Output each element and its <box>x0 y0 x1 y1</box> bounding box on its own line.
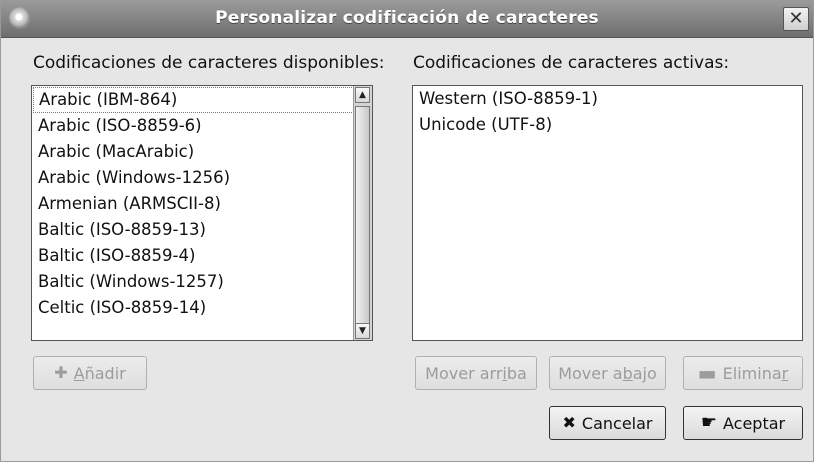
available-items-container: Arabic (IBM-864) Arabic (ISO-8859-6) Arabi… <box>32 87 372 321</box>
close-button[interactable]: ✕ <box>783 7 809 31</box>
remove-button-label: Eliminar <box>722 363 789 383</box>
list-item[interactable]: Armenian (ARMSCII-8) <box>32 191 372 217</box>
add-button-label: Añadir <box>73 363 126 383</box>
move-down-button-label: Mover abajo <box>558 363 657 383</box>
active-items-container: Western (ISO-8859-1) Unicode (UTF-8) <box>413 86 802 138</box>
list-item[interactable]: Baltic (ISO-8859-13) <box>32 217 372 243</box>
list-item[interactable]: Unicode (UTF-8) <box>413 112 802 138</box>
accept-hand-icon: ☛ <box>700 412 717 433</box>
scrollbar-thumb[interactable] <box>355 106 370 332</box>
cancel-button[interactable]: ✖ Cancelar <box>549 406 666 440</box>
close-icon: ✕ <box>788 8 804 29</box>
add-button[interactable]: ✚ Añadir <box>33 356 147 390</box>
list-item[interactable]: Arabic (Windows-1256) <box>32 165 372 191</box>
active-list-label: Codificaciones de caracteres activas: <box>413 53 730 73</box>
window-title: Personalizar codificación de caracteres <box>215 8 599 28</box>
dialog-window: Personalizar codificación de caracteres … <box>0 0 814 462</box>
list-item[interactable]: Celtic (ISO-8859-14) <box>32 295 372 321</box>
cancel-button-label: Cancelar <box>581 413 653 433</box>
accept-button-label: Aceptar <box>723 413 786 433</box>
move-up-button-label: Mover arriba <box>425 363 527 383</box>
move-down-button[interactable]: Mover abajo <box>549 356 666 390</box>
scroll-up-button[interactable]: ▲ <box>355 87 370 103</box>
list-item[interactable]: Arabic (ISO-8859-6) <box>32 113 372 139</box>
minus-icon: ▬ <box>697 361 717 385</box>
available-list-label: Codificaciones de caracteres disponibles… <box>33 53 385 73</box>
move-up-button[interactable]: Mover arriba <box>415 356 537 390</box>
accept-button[interactable]: ☛ Aceptar <box>683 406 803 440</box>
list-item[interactable]: Baltic (ISO-8859-4) <box>32 243 372 269</box>
active-encodings-list[interactable]: Western (ISO-8859-1) Unicode (UTF-8) <box>412 85 803 341</box>
plus-icon: ✚ <box>54 363 68 382</box>
remove-button[interactable]: ▬ Eliminar <box>683 356 803 390</box>
vertical-scrollbar[interactable]: ▲ ▼ <box>353 86 372 340</box>
arrow-down-icon: ▼ <box>359 326 366 336</box>
list-item[interactable]: Arabic (MacArabic) <box>32 139 372 165</box>
list-item[interactable]: Arabic (IBM-864) <box>33 87 370 113</box>
cancel-x-icon: ✖ <box>562 413 576 432</box>
title-bar[interactable]: Personalizar codificación de caracteres … <box>1 1 813 38</box>
scroll-down-button[interactable]: ▼ <box>355 323 370 339</box>
arrow-up-icon: ▲ <box>359 90 366 100</box>
available-encodings-list[interactable]: Arabic (IBM-864) Arabic (ISO-8859-6) Arabi… <box>31 85 373 341</box>
list-item[interactable]: Baltic (Windows-1257) <box>32 269 372 295</box>
list-item[interactable]: Western (ISO-8859-1) <box>413 86 802 112</box>
